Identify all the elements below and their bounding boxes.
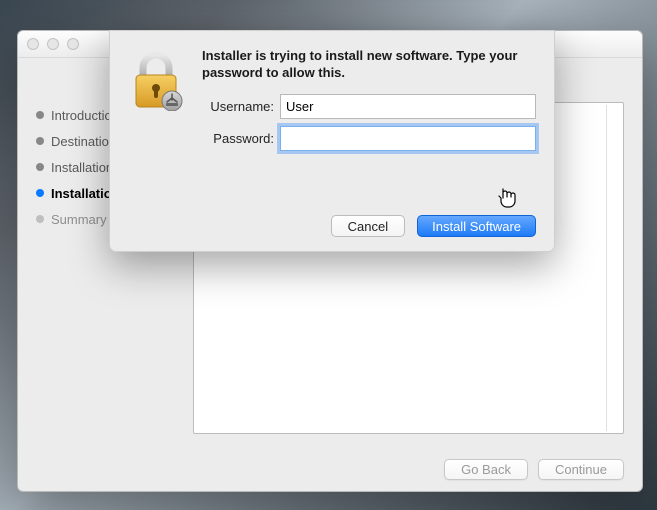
password-label: Password: xyxy=(202,131,274,146)
auth-dialog: Installer is trying to install new softw… xyxy=(109,30,555,252)
cancel-button[interactable]: Cancel xyxy=(331,215,405,237)
desktop-background: Introduction Destination Select Installa… xyxy=(0,0,657,510)
continue-button: Continue xyxy=(538,459,624,480)
traffic-light-minimize[interactable] xyxy=(47,38,59,50)
username-label: Username: xyxy=(202,99,274,114)
install-software-button[interactable]: Install Software xyxy=(417,215,536,237)
step-bullet xyxy=(36,111,44,119)
step-bullet xyxy=(36,189,44,197)
step-bullet xyxy=(36,163,44,171)
step-label: Summary xyxy=(51,212,107,227)
vertical-scrollbar[interactable] xyxy=(606,105,621,431)
auth-dialog-message: Installer is trying to install new softw… xyxy=(202,47,536,81)
traffic-light-zoom[interactable] xyxy=(67,38,79,50)
pointer-cursor-icon xyxy=(497,187,517,211)
username-input[interactable] xyxy=(280,94,536,119)
step-bullet xyxy=(36,137,44,145)
password-input[interactable] xyxy=(280,126,536,151)
traffic-light-close[interactable] xyxy=(27,38,39,50)
step-bullet xyxy=(36,215,44,223)
go-back-button: Go Back xyxy=(444,459,528,480)
lock-icon xyxy=(128,47,188,151)
